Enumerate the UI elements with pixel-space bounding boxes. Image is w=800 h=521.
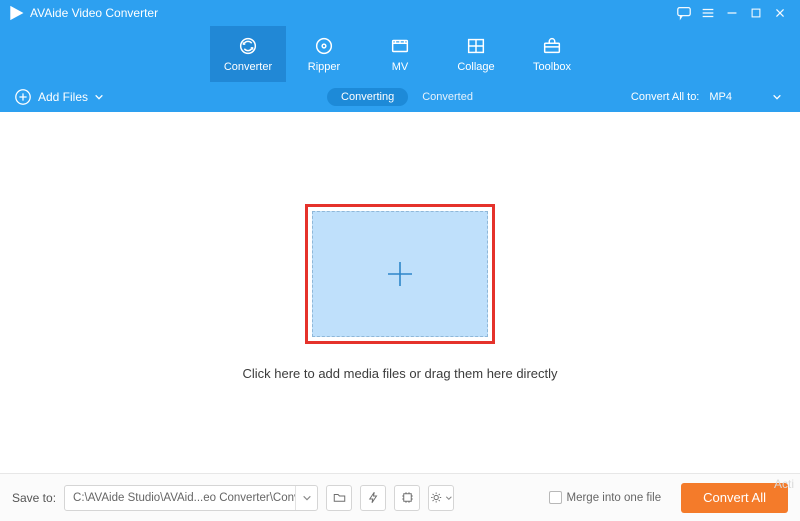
tool-row: Add Files Converting Converted Convert A… [0,82,800,112]
tab-ripper[interactable]: Ripper [286,26,362,82]
tab-mv[interactable]: MV [362,26,438,82]
tab-label: Ripper [308,61,340,73]
status-tabs: Converting Converted [327,88,473,106]
tab-label: Toolbox [533,61,571,73]
app-title: AVAide Video Converter [30,6,672,20]
open-folder-button[interactable] [326,485,352,511]
output-format-value: MP4 [709,91,732,103]
nav-tabs: Converter Ripper MV Collage Toolbox [0,26,800,82]
lightning-off-button[interactable] [360,485,386,511]
chevron-down-icon[interactable] [295,486,317,510]
main-area: Click here to add media files or drag th… [0,112,800,473]
merge-label: Merge into one file [567,492,662,504]
add-files-button[interactable]: Add Files [14,88,104,106]
close-icon[interactable] [768,1,792,25]
chevron-down-icon [445,494,453,502]
tab-converted[interactable]: Converted [422,91,473,103]
gpu-accel-button[interactable] [394,485,420,511]
bottom-bar: Save to: C:\AVAide Studio\AVAid...eo Con… [0,473,800,521]
settings-button[interactable] [428,485,454,511]
disc-icon [313,35,335,57]
maximize-icon[interactable] [744,1,768,25]
add-files-label: Add Files [38,90,88,104]
chevron-down-icon [94,92,104,102]
dropzone-hint: Click here to add media files or drag th… [242,366,557,381]
plus-circle-icon [14,88,32,106]
checkbox-icon [549,491,562,504]
tab-converting[interactable]: Converting [327,88,408,106]
dropzone-highlight [305,204,495,344]
folder-icon [332,490,347,505]
mv-icon [389,35,411,57]
tab-collage[interactable]: Collage [438,26,514,82]
plus-icon [380,254,420,294]
menu-icon[interactable] [696,1,720,25]
save-to-label: Save to: [12,491,56,505]
tab-label: MV [392,61,409,73]
titlebar: AVAide Video Converter [0,0,800,26]
app-logo-icon [8,5,24,21]
convert-all-button[interactable]: Convert All [681,483,788,513]
chip-icon [400,490,415,505]
merge-checkbox[interactable]: Merge into one file [549,491,662,504]
gear-icon [429,490,443,505]
collage-icon [465,35,487,57]
convert-icon [237,35,259,57]
chevron-down-icon [772,92,782,102]
save-path-dropdown[interactable]: C:\AVAide Studio\AVAid...eo Converter\Co… [64,485,318,511]
toolbox-icon [541,35,563,57]
output-format-dropdown[interactable]: MP4 [709,91,786,103]
save-path-value: C:\AVAide Studio\AVAid...eo Converter\Co… [65,492,295,504]
minimize-icon[interactable] [720,1,744,25]
tab-toolbox[interactable]: Toolbox [514,26,590,82]
tab-label: Collage [457,61,494,73]
tab-converter[interactable]: Converter [210,26,286,82]
tab-label: Converter [224,61,272,73]
convert-all-to: Convert All to: MP4 [631,91,786,103]
lightning-icon [366,490,381,505]
convert-all-to-label: Convert All to: [631,91,699,103]
feedback-icon[interactable] [672,1,696,25]
add-media-dropzone[interactable] [312,211,488,337]
